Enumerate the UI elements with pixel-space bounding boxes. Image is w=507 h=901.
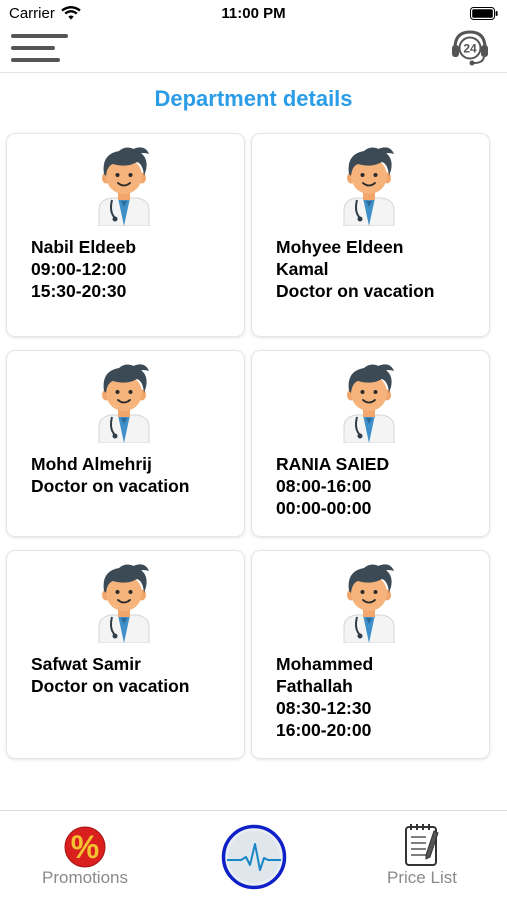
doctor-card[interactable]: Mohammed Fathallah 08:30-12:30 16:00-20:…: [251, 550, 490, 759]
doctor-hours: 08:00-16:00: [276, 476, 372, 496]
tab-price-list-label: Price List: [387, 868, 457, 887]
doctor-info: Safwat Samir Doctor on vacation: [31, 653, 236, 697]
doctor-card[interactable]: Safwat Samir Doctor on vacation: [6, 550, 245, 759]
tab-price-list[interactable]: Price List: [372, 811, 472, 901]
percent-glyph: %: [71, 829, 99, 865]
doctor-info: Mohyee Eldeen Kamal Doctor on vacation: [276, 236, 481, 302]
hamburger-menu-icon[interactable]: [11, 32, 69, 64]
doctor-name: Fathallah: [276, 676, 353, 696]
doctor-hours: 16:00-20:00: [276, 720, 372, 740]
doctor-info: Nabil Eldeeb 09:00-12:00 15:30-20:30: [31, 236, 236, 302]
doctor-name: Mohd Almehrij: [31, 454, 152, 474]
doctor-name: Safwat Samir: [31, 654, 141, 674]
status-bar: Carrier 11:00 PM: [0, 0, 507, 28]
doctor-card[interactable]: Nabil Eldeeb 09:00-12:00 15:30-20:30: [6, 133, 245, 337]
doctor-name: Kamal: [276, 259, 329, 279]
doctor-hours: 15:30-20:30: [31, 281, 127, 301]
notepad-icon: [405, 824, 439, 866]
doctor-avatar-icon: [338, 363, 400, 443]
doctor-status: Doctor on vacation: [31, 476, 190, 496]
battery-icon: [470, 7, 498, 20]
doctor-avatar-icon: [93, 363, 155, 443]
doctor-hours: 00:00-00:00: [276, 498, 372, 518]
status-time: 11:00 PM: [221, 5, 286, 22]
doctor-hours: 09:00-12:00: [31, 259, 127, 279]
doctor-name: Mohammed: [276, 654, 374, 674]
doctor-status: Doctor on vacation: [276, 281, 435, 301]
doctor-avatar-icon: [93, 146, 155, 226]
doctor-info: Mohammed Fathallah 08:30-12:30 16:00-20:…: [276, 653, 481, 741]
bottom-tab-bar: % Promotions Price List: [0, 810, 507, 900]
doctor-card[interactable]: RANIA SAIED 08:00-16:00 00:00-00:00: [251, 350, 490, 537]
doctor-info: RANIA SAIED 08:00-16:00 00:00-00:00: [276, 453, 481, 519]
doctor-hours: 08:30-12:30: [276, 698, 372, 718]
doctor-name: Mohyee Eldeen: [276, 237, 404, 257]
doctor-name: RANIA SAIED: [276, 454, 390, 474]
support-badge-text: 24: [463, 42, 477, 56]
tab-home[interactable]: [213, 811, 295, 901]
doctor-status: Doctor on vacation: [31, 676, 190, 696]
doctor-avatar-icon: [338, 563, 400, 643]
heartbeat-icon: [221, 824, 287, 890]
tab-promotions-label: Promotions: [42, 868, 128, 887]
24h-support-headset-icon[interactable]: 24: [450, 28, 490, 66]
doctor-card[interactable]: Mohd Almehrij Doctor on vacation: [6, 350, 245, 537]
percent-icon: %: [64, 826, 106, 868]
tab-promotions[interactable]: % Promotions: [30, 811, 140, 901]
doctor-name: Nabil Eldeeb: [31, 237, 137, 257]
doctor-card[interactable]: Mohyee Eldeen Kamal Doctor on vacation: [251, 133, 490, 337]
page-title: Department details: [154, 86, 353, 111]
doctor-avatar-icon: [93, 563, 155, 643]
doctor-info: Mohd Almehrij Doctor on vacation: [31, 453, 236, 497]
nav-bar: 24: [0, 28, 507, 73]
doctor-avatar-icon: [338, 146, 400, 226]
